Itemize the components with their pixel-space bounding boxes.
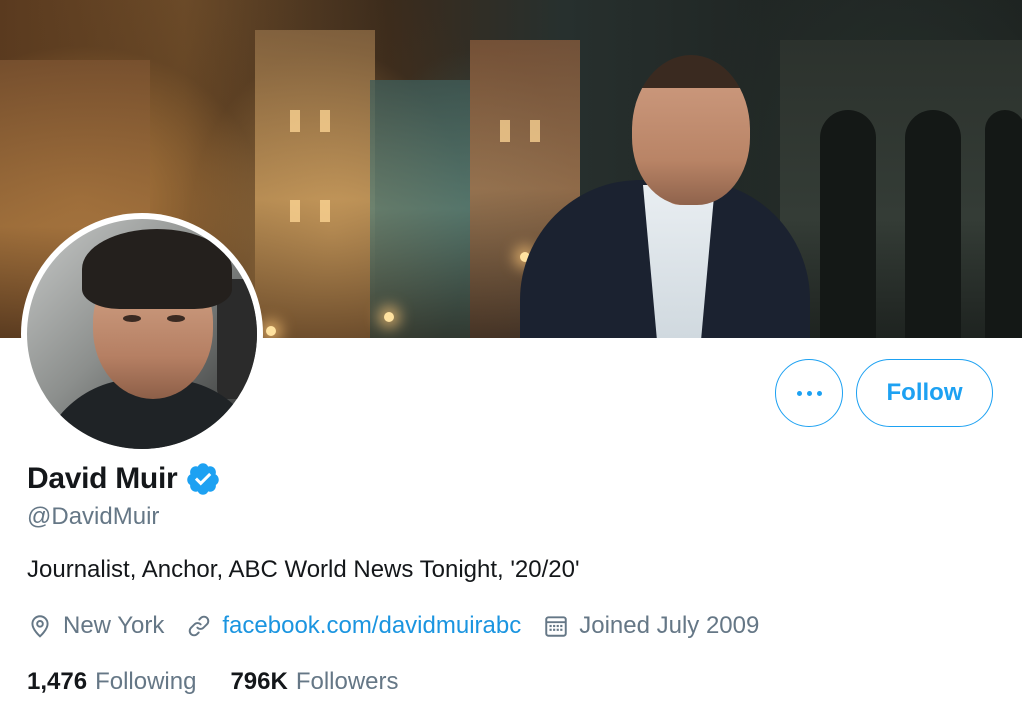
- joined-text: Joined July 2009: [579, 612, 760, 639]
- banner-window: [290, 110, 300, 132]
- calendar-icon: [545, 616, 567, 637]
- avatar-photo: [27, 219, 257, 449]
- location-pin-icon: [31, 615, 49, 638]
- profile-bio: Journalist, Anchor, ABC World News Tonig…: [27, 556, 580, 583]
- profile-page: Follow David Muir @DavidMuir Journalist,…: [0, 0, 1024, 713]
- more-horizontal-icon: [796, 390, 822, 396]
- banner-arch: [820, 110, 876, 338]
- banner-window: [290, 200, 300, 222]
- website-link[interactable]: facebook.com/davidmuirabc: [222, 612, 521, 640]
- following-label: Following: [95, 668, 197, 695]
- banner-building: [255, 30, 375, 338]
- banner-person-head: [632, 55, 750, 205]
- banner-window: [320, 200, 330, 222]
- profile-name-row: David Muir: [27, 458, 221, 500]
- followers-label: Followers: [295, 668, 399, 695]
- avatar-hair: [82, 229, 232, 309]
- avatar-eye: [167, 315, 185, 322]
- profile-handle: @DavidMuir: [27, 503, 160, 530]
- profile-stats-row: 1,476 Following 796K Followers: [27, 664, 433, 700]
- banner-building: [370, 80, 470, 338]
- followers-stat[interactable]: 796K Followers: [230, 668, 398, 696]
- profile-location: New York: [27, 612, 164, 640]
- profile-meta-row: New York facebook.com/davidmuirabc Joine…: [27, 607, 781, 645]
- banner-window: [530, 120, 540, 142]
- follow-button[interactable]: Follow: [856, 359, 993, 427]
- banner-arch: [985, 110, 1022, 338]
- avatar-eye: [123, 315, 141, 322]
- display-name: David Muir: [27, 462, 178, 495]
- location-text: New York: [63, 612, 165, 639]
- banner-window: [500, 120, 510, 142]
- verified-badge-icon: [187, 463, 220, 495]
- following-stat[interactable]: 1,476 Following: [27, 668, 196, 696]
- banner-window: [320, 110, 330, 132]
- following-count: 1,476: [27, 668, 88, 695]
- profile-avatar[interactable]: [21, 213, 263, 455]
- link-icon: [189, 615, 210, 637]
- banner-lamp: [384, 312, 394, 322]
- more-options-button[interactable]: [775, 359, 843, 427]
- followers-count: 796K: [230, 668, 288, 695]
- profile-joined: Joined July 2009: [543, 612, 759, 640]
- banner-lamp: [266, 326, 276, 336]
- banner-arch: [905, 110, 961, 338]
- profile-website[interactable]: facebook.com/davidmuirabc: [186, 612, 521, 640]
